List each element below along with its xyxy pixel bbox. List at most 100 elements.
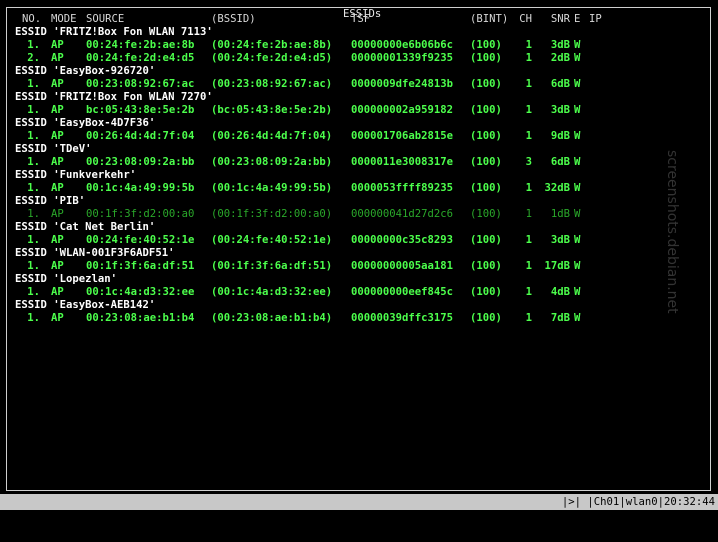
menu-reset[interactable]: Reset bbox=[83, 512, 115, 524]
ap-bssid: (00:23:08:ae:b1:b4) bbox=[211, 312, 333, 324]
header-bint: (BINT) bbox=[470, 13, 509, 25]
header-no: NO. bbox=[22, 13, 42, 25]
ap-number: 1. bbox=[27, 208, 40, 220]
ap-mode: AP bbox=[51, 234, 64, 246]
essid-row[interactable]: ESSID 'Funkverkehr' bbox=[15, 169, 136, 182]
ap-row[interactable]: 1. AP bc:05:43:8e:5e:2b (bc:05:43:8e:5e:2b)… bbox=[0, 104, 718, 117]
essid-row[interactable]: ESSID 'FRITZ!Box Fon WLAN 7113' bbox=[15, 26, 213, 39]
ap-snr: 7dB bbox=[550, 312, 570, 324]
ap-encryption: W bbox=[574, 312, 581, 324]
essid-row[interactable]: ESSID 'Lopezlan' bbox=[15, 273, 117, 286]
ap-bssid: (00:1c:4a:49:99:5b) bbox=[211, 182, 333, 194]
ap-encryption: W bbox=[574, 52, 581, 64]
menu-spec[interactable]: Spec bbox=[230, 512, 256, 524]
header-ip: IP bbox=[589, 13, 602, 25]
ap-number: 1. bbox=[27, 156, 40, 168]
ap-snr: 6dB bbox=[550, 78, 570, 90]
header-mode: MODE bbox=[51, 13, 77, 25]
ap-snr: 4dB bbox=[550, 286, 570, 298]
essid-row[interactable]: ESSID 'EasyBox-926720' bbox=[15, 65, 155, 78]
ap-channel: 1 bbox=[525, 104, 532, 116]
header-source: SOURCE bbox=[86, 13, 125, 25]
ap-number: 1. bbox=[27, 104, 40, 116]
menu-chan[interactable]: Chan bbox=[294, 512, 320, 524]
essid-row[interactable]: ESSID 'EasyBox-4D7F36' bbox=[15, 117, 155, 130]
ap-mode: AP bbox=[51, 156, 64, 168]
ap-row[interactable]: 2. AP 00:24:fe:2d:e4:d5 (00:24:fe:2d:e4:d5)… bbox=[0, 52, 718, 65]
ap-source-mac: 00:23:08:09:2a:bb bbox=[86, 156, 195, 168]
ap-encryption: W bbox=[574, 286, 581, 298]
ap-encryption: W bbox=[574, 78, 581, 90]
watermark: screenshots.debian.net bbox=[664, 150, 680, 314]
ap-tsf: 000000002a959182 bbox=[351, 104, 454, 116]
header-ch: CH bbox=[519, 13, 532, 25]
ap-source-mac: 00:23:08:ae:b1:b4 bbox=[86, 312, 195, 324]
ap-row[interactable]: 1. AP 00:1f:3f:6a:df:51 (00:1f:3f:6a:df:51)… bbox=[0, 260, 718, 273]
menu-quit[interactable]: Quit bbox=[13, 512, 39, 524]
menu-filt[interactable]: Filt bbox=[262, 512, 288, 524]
essid-row[interactable]: ESSID 'PIB' bbox=[15, 195, 85, 208]
ap-tsf: 00000000005aa181 bbox=[351, 260, 454, 272]
ap-row[interactable]: 1. AP 00:23:08:92:67:ac (00:23:08:92:67:ac)… bbox=[0, 78, 718, 91]
ap-row[interactable]: 1. AP 00:23:08:ae:b1:b4 (00:23:08:ae:b1:b4)… bbox=[0, 312, 718, 325]
ap-number: 1. bbox=[27, 39, 40, 51]
ap-channel: 1 bbox=[525, 286, 532, 298]
ap-bssid: (00:23:08:09:2a:bb) bbox=[211, 156, 333, 168]
ap-source-mac: 00:24:fe:40:52:1e bbox=[86, 234, 195, 246]
ap-snr: 9dB bbox=[550, 130, 570, 142]
ap-mode: AP bbox=[51, 52, 64, 64]
ap-number: 1. bbox=[27, 78, 40, 90]
menu-hist[interactable]: Hist bbox=[121, 512, 147, 524]
ap-tsf: 00000000e6b06b6c bbox=[351, 39, 454, 51]
header-tsf: TSF bbox=[351, 13, 371, 25]
ap-row[interactable]: 1. AP 00:1c:4a:d3:32:ee (00:1c:4a:d3:32:ee)… bbox=[0, 286, 718, 299]
ap-tsf: 000000000eef845c bbox=[351, 286, 454, 298]
ap-tsf: 0000009dfe24813b bbox=[351, 78, 454, 90]
ap-source-mac: bc:05:43:8e:5e:2b bbox=[86, 104, 195, 116]
ap-mode: AP bbox=[51, 182, 64, 194]
essid-row[interactable]: ESSID 'WLAN-001F3F6ADF51' bbox=[15, 247, 174, 260]
essid-row[interactable]: ESSID 'TDeV' bbox=[15, 143, 92, 156]
menu-stats[interactable]: Stats bbox=[191, 512, 223, 524]
ap-bssid: (00:24:fe:40:52:1e) bbox=[211, 234, 333, 246]
ap-number: 1. bbox=[27, 260, 40, 272]
ap-source-mac: 00:26:4d:4d:7f:04 bbox=[86, 130, 195, 142]
menu-help[interactable]: ? bbox=[325, 512, 331, 524]
ap-tsf: 00000039dffc3175 bbox=[351, 312, 454, 324]
header-e: E bbox=[574, 13, 581, 25]
channel-indicator: Ch01 bbox=[593, 496, 620, 508]
essid-row[interactable]: ESSID 'Cat Net Berlin' bbox=[15, 221, 155, 234]
ap-channel: 1 bbox=[525, 52, 532, 64]
ap-encryption: W bbox=[574, 39, 581, 51]
ap-beacon-interval: (100) bbox=[470, 78, 502, 90]
ap-row[interactable]: 1. AP 00:24:fe:2b:ae:8b (00:24:fe:2b:ae:8b)… bbox=[0, 39, 718, 52]
menu-bar: Quit Pause Reset Hist ESSID Stats Spec F… bbox=[13, 512, 332, 524]
ap-source-mac: 00:23:08:92:67:ac bbox=[86, 78, 195, 90]
ap-row[interactable]: 1. AP 00:24:fe:40:52:1e (00:24:fe:40:52:1e)… bbox=[0, 234, 718, 247]
ap-channel: 1 bbox=[525, 312, 532, 324]
ap-mode: AP bbox=[51, 260, 64, 272]
menu-essid[interactable]: ESSID bbox=[153, 512, 185, 524]
ap-bssid: (00:1c:4a:d3:32:ee) bbox=[211, 286, 333, 298]
ap-channel: 1 bbox=[525, 78, 532, 90]
ap-channel: 1 bbox=[525, 234, 532, 246]
clock: 20:32:44 bbox=[663, 496, 715, 508]
ap-bssid: (00:24:fe:2b:ae:8b) bbox=[211, 39, 333, 51]
ap-bssid: (00:1f:3f:d2:00:a0) bbox=[211, 208, 333, 220]
ap-snr: 2dB bbox=[550, 52, 570, 64]
ap-channel: 1 bbox=[525, 130, 532, 142]
ap-beacon-interval: (100) bbox=[470, 104, 502, 116]
ap-number: 1. bbox=[27, 286, 40, 298]
status-info: |>| |Ch01|wlan0|20:32:44 bbox=[561, 496, 715, 508]
essid-row[interactable]: ESSID 'EasyBox-AEB142' bbox=[15, 299, 155, 312]
scroll-indicator: |>| bbox=[561, 496, 582, 508]
menu-pause[interactable]: Pause bbox=[45, 512, 77, 524]
ap-bssid: (00:23:08:92:67:ac) bbox=[211, 78, 333, 90]
ap-number: 1. bbox=[27, 130, 40, 142]
ap-encryption: W bbox=[574, 104, 581, 116]
essid-row[interactable]: ESSID 'FRITZ!Box Fon WLAN 7270' bbox=[15, 91, 213, 104]
ap-row[interactable]: 1. AP 00:26:4d:4d:7f:04 (00:26:4d:4d:7f:04)… bbox=[0, 130, 718, 143]
ap-source-mac: 00:24:fe:2b:ae:8b bbox=[86, 39, 195, 51]
ap-mode: AP bbox=[51, 39, 64, 51]
ap-encryption: W bbox=[574, 130, 581, 142]
